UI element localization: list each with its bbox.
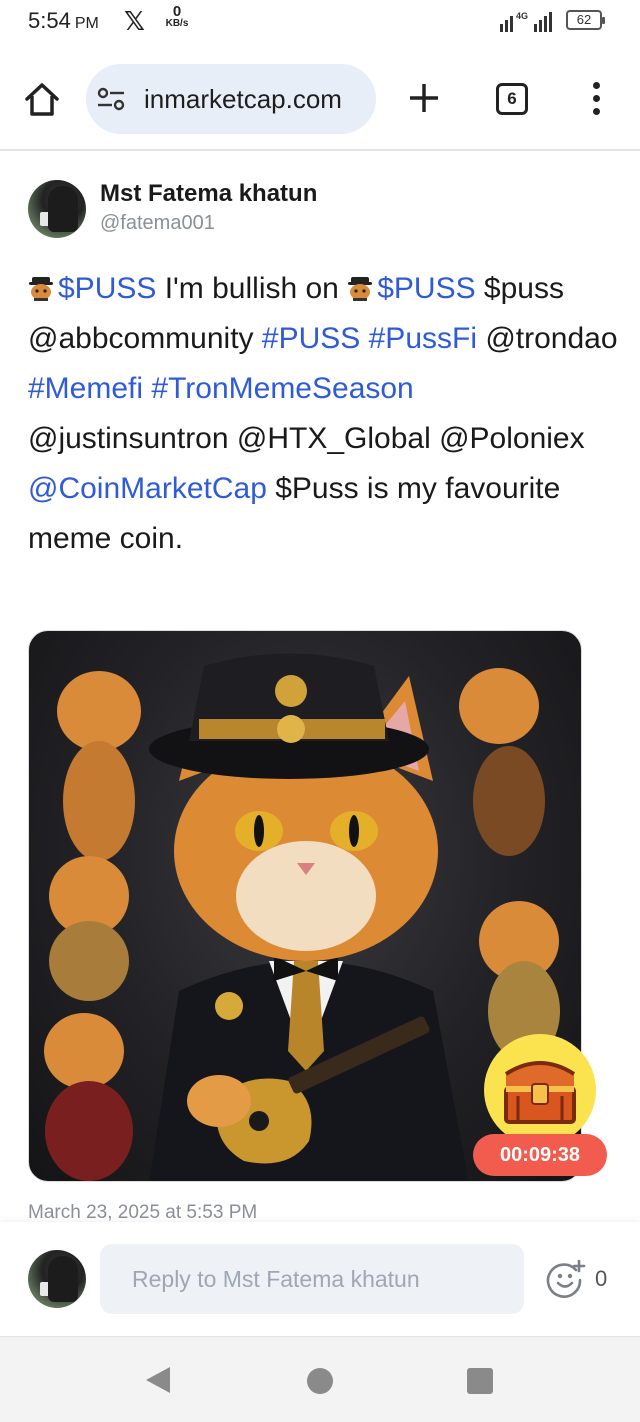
system-nav-bar — [0, 1336, 640, 1422]
tabs-button[interactable]: 6 — [496, 83, 528, 115]
treasure-chest-icon — [504, 1061, 576, 1124]
post-link[interactable]: #Memefi — [28, 372, 143, 405]
more-vert-icon[interactable] — [586, 82, 606, 118]
post-link[interactable]: #PussFi — [369, 322, 477, 355]
toolbar-divider — [0, 149, 640, 151]
post-link[interactable]: #PUSS — [262, 322, 360, 355]
author-handle[interactable]: @fatema001 — [100, 212, 215, 235]
home-circle-icon[interactable] — [307, 1368, 333, 1394]
post-text: $PUSS I'm bullish on $PUSS $puss @abbcom… — [28, 264, 618, 564]
add-reaction-icon[interactable] — [546, 1258, 586, 1298]
post-text-segment: @justinsuntron @HTX_Global @Poloniex — [28, 422, 585, 455]
x-app-icon: 𝕏 — [124, 6, 145, 36]
tune-icon[interactable] — [96, 86, 126, 112]
author-name[interactable]: Mst Fatema khatun — [100, 180, 317, 208]
url-text[interactable]: inmarketcap.com — [144, 84, 342, 115]
cat-emoji-icon — [348, 277, 373, 301]
reply-input[interactable]: Reply to Mst Fatema khatun — [100, 1244, 524, 1314]
address-bar[interactable]: inmarketcap.com — [86, 64, 376, 134]
post-link[interactable]: $PUSS — [58, 272, 156, 305]
reaction-count: 0 — [595, 1266, 608, 1291]
post-link[interactable]: $PUSS — [377, 272, 475, 305]
post-text-segment: I'm bullish on — [156, 272, 348, 305]
battery-icon: 62 — [566, 10, 605, 30]
reward-timer: 00:09:38 — [473, 1134, 607, 1176]
user-avatar — [28, 1250, 86, 1308]
reward-button[interactable] — [484, 1034, 596, 1146]
new-tab-button[interactable] — [404, 78, 444, 118]
post-text-segment — [360, 322, 368, 355]
post-text-segment: @trondao — [477, 322, 618, 355]
recents-icon[interactable] — [467, 1368, 493, 1394]
status-time: 5:54 PM — [28, 8, 99, 33]
author-avatar[interactable] — [28, 180, 86, 238]
post-link[interactable]: #TronMemeSeason — [151, 372, 413, 405]
network-speed: 0 KB/s — [165, 3, 189, 29]
signal-icon: 4G — [500, 11, 552, 32]
plus-icon — [410, 84, 438, 112]
back-icon[interactable] — [144, 1365, 172, 1395]
home-icon[interactable] — [22, 80, 62, 120]
svg-text:4G: 4G — [516, 11, 528, 21]
cat-emoji-icon — [29, 277, 53, 301]
post-link[interactable]: @CoinMarketCap — [28, 472, 267, 505]
status-bar: 5:54 PM 𝕏 0 KB/s 4G 62 — [0, 0, 640, 46]
reply-bar: Reply to Mst Fatema khatun 0 — [0, 1222, 640, 1336]
post-timestamp: March 23, 2025 at 5:53 PM — [28, 1202, 258, 1223]
browser-toolbar: inmarketcap.com 6 — [0, 56, 640, 144]
